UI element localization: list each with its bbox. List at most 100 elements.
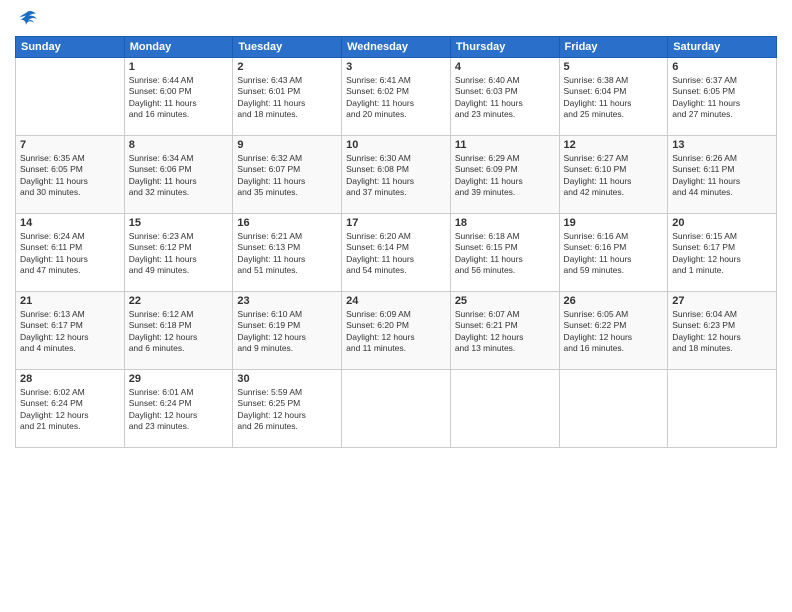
cell-text: and 23 minutes. xyxy=(129,421,229,432)
cell-text: Sunset: 6:09 PM xyxy=(455,164,555,175)
cell-text: Sunrise: 6:04 AM xyxy=(672,309,772,320)
cell-text: Sunset: 6:02 PM xyxy=(346,86,446,97)
calendar-cell xyxy=(450,370,559,448)
cell-text: Sunrise: 6:32 AM xyxy=(237,153,337,164)
cell-text: Sunrise: 6:23 AM xyxy=(129,231,229,242)
day-number: 10 xyxy=(346,139,446,151)
cell-text: and 18 minutes. xyxy=(237,109,337,120)
cell-text: Sunrise: 5:59 AM xyxy=(237,387,337,398)
col-header-thursday: Thursday xyxy=(450,37,559,58)
cell-text: Daylight: 11 hours xyxy=(455,176,555,187)
cell-text: Daylight: 11 hours xyxy=(564,254,664,265)
cell-text: and 4 minutes. xyxy=(20,343,120,354)
cell-text: and 35 minutes. xyxy=(237,187,337,198)
cell-text: Daylight: 12 hours xyxy=(672,254,772,265)
col-header-sunday: Sunday xyxy=(16,37,125,58)
cell-text: Sunset: 6:05 PM xyxy=(20,164,120,175)
cell-text: and 32 minutes. xyxy=(129,187,229,198)
day-number: 7 xyxy=(20,139,120,151)
day-number: 15 xyxy=(129,217,229,229)
cell-text: Daylight: 11 hours xyxy=(129,254,229,265)
day-number: 9 xyxy=(237,139,337,151)
cell-text: Sunrise: 6:16 AM xyxy=(564,231,664,242)
calendar-table: SundayMondayTuesdayWednesdayThursdayFrid… xyxy=(15,36,777,448)
cell-text: Sunset: 6:17 PM xyxy=(672,242,772,253)
cell-text: Sunrise: 6:01 AM xyxy=(129,387,229,398)
col-header-friday: Friday xyxy=(559,37,668,58)
cell-text: Sunrise: 6:30 AM xyxy=(346,153,446,164)
calendar-cell: 5Sunrise: 6:38 AMSunset: 6:04 PMDaylight… xyxy=(559,58,668,136)
day-number: 30 xyxy=(237,373,337,385)
calendar-body: 1 Sunrise: 6:44 AMSunset: 6:00 PM Daylight… xyxy=(16,58,777,448)
day-number: 12 xyxy=(564,139,664,151)
cell-text: Sunset: 6:24 PM xyxy=(129,398,229,409)
cell-text: Sunrise: 6:29 AM xyxy=(455,153,555,164)
calendar-cell: 21Sunrise: 6:13 AMSunset: 6:17 PMDayligh… xyxy=(16,292,125,370)
cell-text: and 44 minutes. xyxy=(672,187,772,198)
calendar-cell: 17Sunrise: 6:20 AMSunset: 6:14 PMDayligh… xyxy=(342,214,451,292)
cell-text: and 30 minutes. xyxy=(20,187,120,198)
cell-text: and 39 minutes. xyxy=(455,187,555,198)
cell-text: Sunrise: 6:35 AM xyxy=(20,153,120,164)
cell-text: Sunset: 6:25 PM xyxy=(237,398,337,409)
cell-text: Sunset: 6:24 PM xyxy=(20,398,120,409)
logo xyxy=(15,10,39,28)
header xyxy=(15,10,777,28)
calendar-cell: 4Sunrise: 6:40 AMSunset: 6:03 PMDaylight… xyxy=(450,58,559,136)
day-number: 27 xyxy=(672,295,772,307)
cell-text: Sunset: 6:06 PM xyxy=(129,164,229,175)
day-number: 4 xyxy=(455,61,555,73)
day-number: 14 xyxy=(20,217,120,229)
cell-text: Sunrise: 6:13 AM xyxy=(20,309,120,320)
calendar-cell: 1Sunrise: 6:44 AMSunset: 6:00 PMDaylight… xyxy=(124,58,233,136)
cell-text: Sunset: 6:23 PM xyxy=(672,320,772,331)
day-number: 18 xyxy=(455,217,555,229)
cell-text: and 56 minutes. xyxy=(455,265,555,276)
cell-text: Daylight: 12 hours xyxy=(564,332,664,343)
cell-text: Daylight: 11 hours xyxy=(346,176,446,187)
calendar-cell: 10Sunrise: 6:30 AMSunset: 6:08 PMDayligh… xyxy=(342,136,451,214)
col-header-monday: Monday xyxy=(124,37,233,58)
cell-text: Daylight: 11 hours xyxy=(237,254,337,265)
cell-text: Sunset: 6:21 PM xyxy=(455,320,555,331)
cell-text: Sunset: 6:03 PM xyxy=(455,86,555,97)
cell-text: Sunset: 6:00 PM xyxy=(129,86,229,97)
cell-text: and 54 minutes. xyxy=(346,265,446,276)
calendar-header-row: SundayMondayTuesdayWednesdayThursdayFrid… xyxy=(16,37,777,58)
cell-text: Sunset: 6:20 PM xyxy=(346,320,446,331)
cell-text: and 18 minutes. xyxy=(672,343,772,354)
day-number: 26 xyxy=(564,295,664,307)
calendar-cell: 9Sunrise: 6:32 AMSunset: 6:07 PMDaylight… xyxy=(233,136,342,214)
cell-text: Sunrise: 6:44 AM xyxy=(129,75,229,86)
cell-text: Sunset: 6:10 PM xyxy=(564,164,664,175)
cell-text: and 37 minutes. xyxy=(346,187,446,198)
day-number: 11 xyxy=(455,139,555,151)
cell-text: Sunset: 6:12 PM xyxy=(129,242,229,253)
cell-text: Sunset: 6:22 PM xyxy=(564,320,664,331)
calendar-page: SundayMondayTuesdayWednesdayThursdayFrid… xyxy=(0,0,792,612)
calendar-cell: 26 Sunrise: 6:05 AMSunset: 6:22 PMDayligh… xyxy=(559,292,668,370)
cell-text: Daylight: 12 hours xyxy=(672,332,772,343)
cell-text: Daylight: 11 hours xyxy=(129,176,229,187)
day-number: 1 xyxy=(129,61,229,73)
cell-text: Sunrise: 6:05 AM xyxy=(564,309,664,320)
cell-text: Sunset: 6:11 PM xyxy=(672,164,772,175)
day-number: 19 xyxy=(564,217,664,229)
cell-text: and 13 minutes. xyxy=(455,343,555,354)
cell-text: Sunset: 6:04 PM xyxy=(564,86,664,97)
cell-text: and 26 minutes. xyxy=(237,421,337,432)
calendar-cell: 19Sunrise: 6:16 AMSunset: 6:16 PMDayligh… xyxy=(559,214,668,292)
cell-text: and 59 minutes. xyxy=(564,265,664,276)
cell-text: Sunrise: 6:18 AM xyxy=(455,231,555,242)
cell-text: Sunrise: 6:09 AM xyxy=(346,309,446,320)
cell-text: Sunset: 6:13 PM xyxy=(237,242,337,253)
calendar-cell xyxy=(16,58,125,136)
logo-bird-icon xyxy=(16,10,38,28)
cell-text: Daylight: 11 hours xyxy=(564,98,664,109)
cell-text: Sunset: 6:05 PM xyxy=(672,86,772,97)
day-number: 24 xyxy=(346,295,446,307)
cell-text: Daylight: 11 hours xyxy=(346,98,446,109)
cell-text: Sunrise: 6:27 AM xyxy=(564,153,664,164)
cell-text: Sunset: 6:19 PM xyxy=(237,320,337,331)
cell-text: Daylight: 11 hours xyxy=(672,176,772,187)
